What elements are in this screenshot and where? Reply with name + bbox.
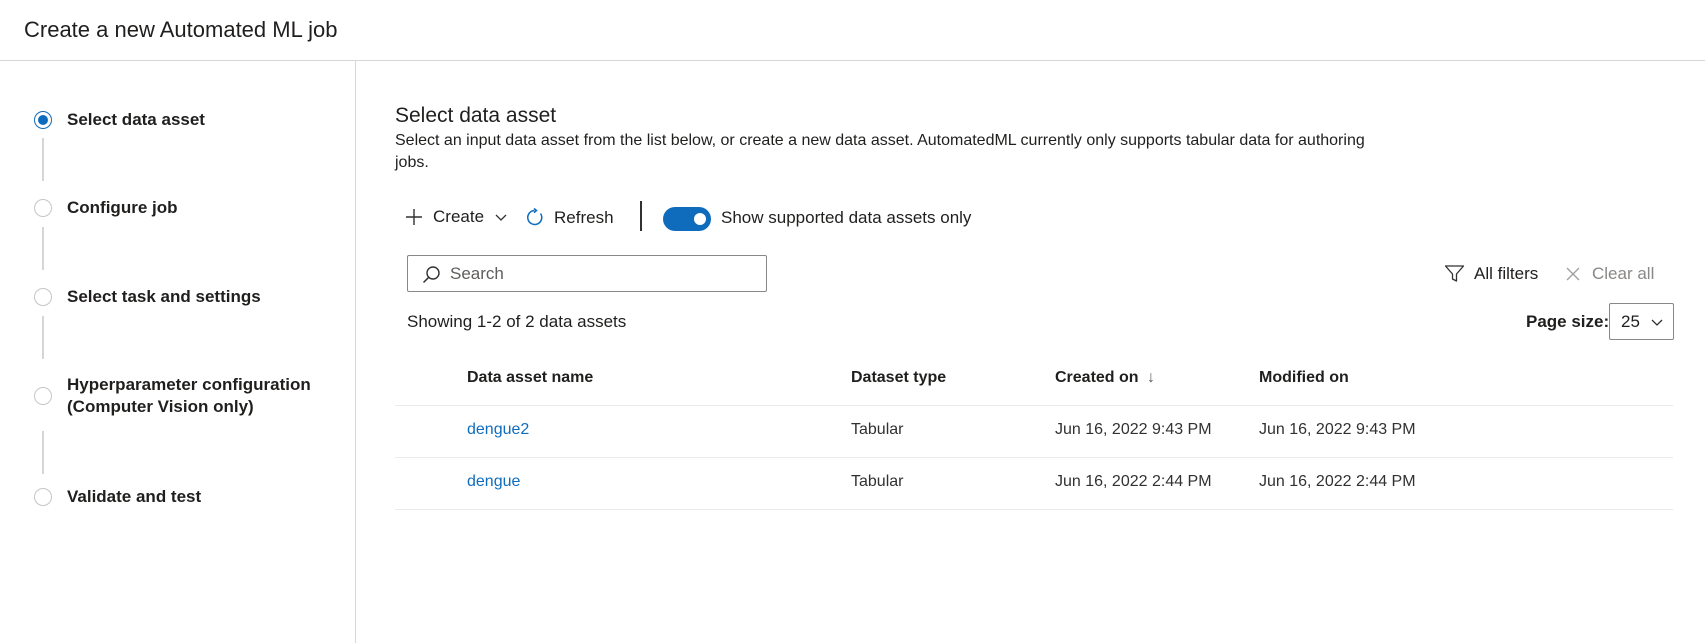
- sort-descending-icon: ↓: [1147, 369, 1156, 386]
- refresh-button[interactable]: Refresh: [524, 207, 614, 228]
- step-label: Hyperparameter configuration (Computer V…: [67, 374, 311, 418]
- section-title: Select data asset: [395, 104, 557, 127]
- step-connector: [42, 227, 44, 270]
- step-label-line1: Hyperparameter configuration: [67, 375, 311, 394]
- column-header-modified[interactable]: Modified on: [1259, 369, 1349, 387]
- step-active-indicator: [34, 111, 52, 129]
- toggle-knob: [694, 213, 706, 225]
- table-row[interactable]: dengue2 Tabular Jun 16, 2022 9:43 PM Jun…: [395, 406, 1673, 458]
- column-header-type[interactable]: Dataset type: [851, 369, 946, 387]
- created-on-cell: Jun 16, 2022 9:43 PM: [1055, 421, 1212, 438]
- supported-assets-toggle[interactable]: [663, 207, 711, 231]
- column-header-name[interactable]: Data asset name: [467, 369, 593, 387]
- dataset-type-cell: Tabular: [851, 473, 904, 490]
- page-size-label: Page size:: [1526, 312, 1610, 331]
- close-icon: [1566, 267, 1580, 281]
- data-asset-name-link[interactable]: dengue: [467, 473, 520, 491]
- search-box[interactable]: [407, 255, 767, 292]
- results-count: Showing 1-2 of 2 data assets: [407, 312, 627, 331]
- section-description: Select an input data asset from the list…: [395, 132, 1365, 171]
- all-filters-button[interactable]: All filters: [1444, 264, 1538, 284]
- column-header-created-label: Created on: [1055, 369, 1139, 386]
- step-indicator: [34, 387, 52, 405]
- toolbar-divider: [640, 201, 642, 231]
- step-indicator: [34, 199, 52, 217]
- all-filters-label: All filters: [1474, 264, 1539, 283]
- search-icon: [422, 266, 440, 284]
- data-asset-name-link[interactable]: dengue2: [467, 421, 529, 439]
- step-label: Select task and settings: [67, 287, 261, 306]
- wizard-stepper: Select data asset Configure job Select t…: [0, 61, 356, 643]
- step-connector: [42, 316, 44, 359]
- step-indicator: [34, 488, 52, 506]
- step-connector: [42, 431, 44, 474]
- step-label: Select data asset: [67, 110, 205, 129]
- column-header-created[interactable]: Created on ↓: [1055, 369, 1155, 387]
- step-label-line2: (Computer Vision only): [67, 397, 254, 416]
- clear-all-button[interactable]: Clear all: [1565, 264, 1654, 284]
- create-button[interactable]: Create: [404, 207, 508, 227]
- chevron-down-icon: [1651, 319, 1663, 326]
- title-bar: Create a new Automated ML job: [0, 0, 1705, 61]
- refresh-icon: [527, 207, 543, 226]
- dataset-type-cell: Tabular: [851, 421, 904, 438]
- search-input[interactable]: [450, 262, 750, 286]
- step-connector: [42, 138, 44, 181]
- supported-assets-toggle-label: Show supported data assets only: [721, 208, 972, 227]
- table-header: Data asset name Dataset type Created on …: [395, 355, 1673, 406]
- plus-icon: [406, 209, 422, 225]
- step-label: Validate and test: [67, 487, 202, 506]
- table-row[interactable]: dengue Tabular Jun 16, 2022 2:44 PM Jun …: [395, 458, 1673, 510]
- modified-on-cell: Jun 16, 2022 2:44 PM: [1259, 473, 1416, 490]
- create-label: Create: [433, 207, 485, 226]
- clear-all-label: Clear all: [1592, 264, 1655, 283]
- page-title: Create a new Automated ML job: [24, 17, 338, 42]
- page-size-select[interactable]: 25: [1609, 303, 1674, 340]
- chevron-down-icon: [495, 214, 507, 221]
- refresh-label: Refresh: [554, 207, 614, 227]
- created-on-cell: Jun 16, 2022 2:44 PM: [1055, 473, 1212, 490]
- page-size-value: 25: [1621, 312, 1640, 331]
- filter-icon: [1444, 265, 1465, 282]
- step-indicator: [34, 288, 52, 306]
- step-label: Configure job: [67, 198, 178, 217]
- modified-on-cell: Jun 16, 2022 9:43 PM: [1259, 421, 1416, 438]
